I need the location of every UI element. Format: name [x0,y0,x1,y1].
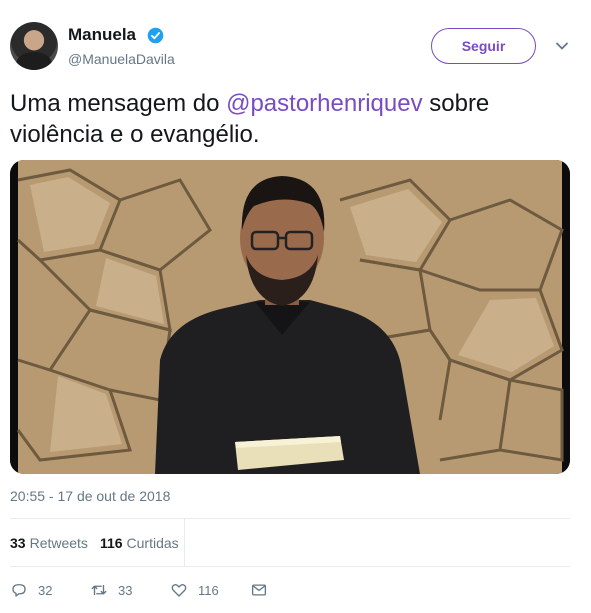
action-bar: 32 33 116 [10,578,278,602]
verified-icon [147,27,164,44]
like-count: 116 [198,582,219,598]
retweet-count: 33 [118,582,133,598]
user-handle[interactable]: @ManuelaDavila [68,51,175,67]
message-icon [251,584,267,596]
follow-button[interactable]: Seguir [431,28,536,64]
like-button[interactable]: 116 [170,581,250,599]
reply-button[interactable]: 32 [10,581,90,599]
retweet-icon [91,584,107,596]
avatar[interactable] [10,22,58,70]
message-button[interactable] [250,581,278,599]
retweet-button[interactable]: 33 [90,581,170,599]
reply-count: 32 [38,582,53,598]
likes-count: 116 [99,535,123,551]
tweet-timestamp[interactable]: 20:55 - 17 de out de 2018 [10,488,170,504]
retweets-label: Retweets [29,535,88,551]
chevron-down-icon[interactable] [555,39,569,53]
video-media[interactable] [10,160,570,474]
tweet-header: Manuela @ManuelaDavila Seguir [10,22,575,72]
video-frame [10,160,570,474]
tweet-text: Uma mensagem do @pastorhenriquev sobre v… [10,88,570,150]
divider [10,518,570,519]
reply-icon [12,584,26,597]
like-icon [171,583,187,597]
mention-link[interactable]: @pastorhenriquev [226,90,422,117]
tweet-text-start: Uma mensagem do [10,90,227,117]
retweets-count: 33 [10,535,26,551]
divider [10,566,570,567]
engagement-stats: 33 Retweets 116 Curtidas [10,533,191,553]
likes-label: Curtidas [126,535,179,551]
retweets-stat[interactable]: 33 Retweets [10,535,88,551]
user-name[interactable]: Manuela [68,25,136,45]
likes-stat[interactable]: 116 Curtidas [100,535,179,551]
